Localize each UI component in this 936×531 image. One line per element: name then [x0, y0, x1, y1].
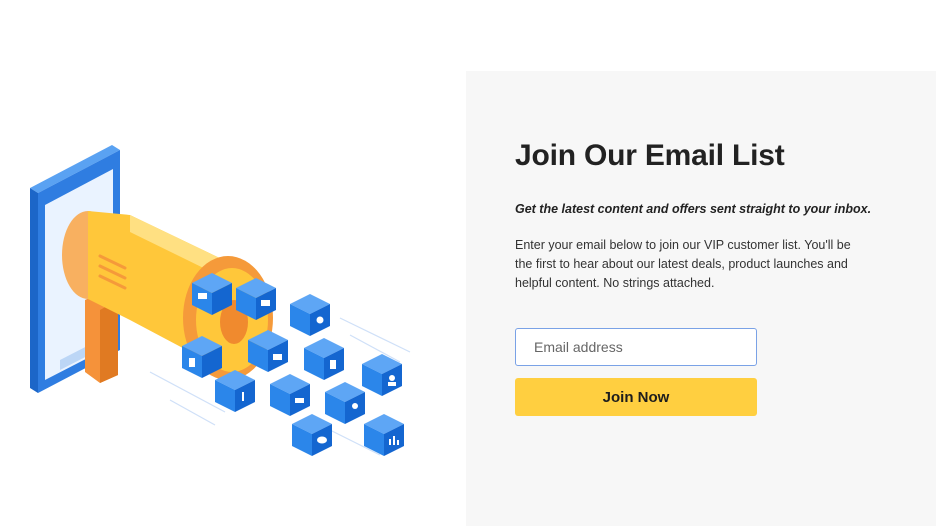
tagline: Get the latest content and offers sent s… — [515, 202, 872, 216]
cube-cart-icon — [270, 374, 310, 416]
cube-lightbulb-icon — [290, 294, 330, 336]
page-title: Join Our Email List — [515, 139, 785, 172]
signup-panel: Join Our Email List Get the latest conte… — [466, 71, 936, 526]
cube-grid — [182, 273, 404, 456]
cube-tablet-icon — [304, 338, 344, 380]
cube-chat-icon — [292, 414, 332, 456]
cube-location-pin-icon — [325, 382, 365, 424]
marketing-illustration — [0, 0, 466, 526]
description-text: Enter your email below to join our VIP c… — [515, 238, 851, 290]
megaphone-illustration — [30, 145, 411, 456]
email-field[interactable] — [515, 328, 757, 366]
join-now-button[interactable]: Join Now — [515, 378, 757, 416]
